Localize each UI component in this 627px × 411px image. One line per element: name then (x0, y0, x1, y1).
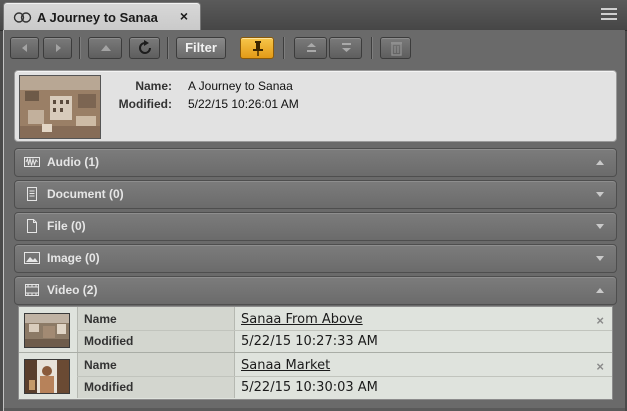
section-document[interactable]: Document (0) (14, 180, 617, 209)
collapse-arrow-icon (596, 288, 604, 293)
expand-arrow-icon (596, 224, 604, 229)
audio-waveform-icon (24, 157, 40, 167)
refresh-button[interactable] (129, 37, 160, 59)
filter-button[interactable]: Filter (176, 37, 226, 59)
pin-icon (253, 41, 263, 56)
asset-thumbnail (19, 75, 101, 139)
arrow-right-icon (56, 44, 61, 52)
section-audio[interactable]: Audio (1) (14, 148, 617, 177)
back-button[interactable] (10, 37, 39, 59)
video-thumbnail-image (25, 360, 69, 393)
hamburger-menu-icon[interactable] (601, 8, 617, 22)
trash-icon (391, 42, 402, 56)
panel-tab-bar: A Journey to Sanaa × (0, 0, 627, 31)
section-file-label: File (0) (47, 219, 86, 233)
refresh-icon (139, 40, 151, 54)
film-strip-icon (25, 284, 39, 296)
row-subdivider (77, 330, 612, 331)
video-modified-value: 5/22/15 10:30:03 AM (241, 380, 378, 395)
up-button[interactable] (88, 37, 122, 59)
file-icon (27, 219, 37, 233)
video-list: Name Modified Sanaa From Above 5/22/15 1… (18, 306, 613, 400)
section-document-label: Document (0) (47, 187, 124, 201)
video-thumbnail (24, 359, 70, 394)
row-subdivider (77, 376, 612, 377)
video-name-link[interactable]: Sanaa From Above (241, 312, 363, 327)
section-video-label: Video (2) (47, 283, 98, 297)
collapse-all-button[interactable] (329, 37, 362, 59)
asset-info-box: Name: A Journey to Sanaa Modified: 5/22/… (14, 70, 617, 142)
toolbar-separator (79, 37, 80, 59)
pin-button[interactable] (240, 37, 274, 59)
asset-name-label: Name: (135, 79, 172, 93)
video-name-label: Name (84, 358, 117, 372)
tab-title: A Journey to Sanaa (37, 10, 158, 25)
remove-video-button[interactable]: × (596, 313, 604, 328)
collection-panel: Filter Name: A Journey to Sanaa Modified… (3, 30, 625, 411)
image-icon (24, 252, 40, 264)
expand-arrow-icon (596, 256, 604, 261)
city-thumbnail-image (20, 76, 100, 138)
toolbar-separator (167, 37, 168, 59)
toolbar-separator (283, 37, 284, 59)
list-item[interactable]: Name Modified Sanaa From Above 5/22/15 1… (19, 307, 612, 352)
remove-video-button[interactable]: × (596, 359, 604, 374)
toolbar: Filter (4, 30, 625, 66)
video-thumbnail (24, 313, 70, 348)
video-thumbnail-image (25, 314, 69, 347)
arrow-up-icon (101, 45, 111, 51)
section-image-label: Image (0) (47, 251, 100, 265)
collapse-arrow-icon (596, 160, 604, 165)
collapse-all-icon (342, 43, 351, 52)
delete-button[interactable] (380, 37, 411, 59)
video-name-link[interactable]: Sanaa Market (241, 358, 330, 373)
video-name-label: Name (84, 312, 117, 326)
expand-arrow-icon (596, 192, 604, 197)
arrow-left-icon (22, 44, 27, 52)
video-modified-value: 5/22/15 10:27:33 AM (241, 334, 378, 349)
toolbar-separator (371, 37, 372, 59)
list-item[interactable]: Name Modified Sanaa Market 5/22/15 10:30… (19, 353, 612, 398)
section-video[interactable]: Video (2) (14, 276, 617, 305)
tab-close-button[interactable]: × (177, 8, 191, 24)
forward-button[interactable] (43, 37, 72, 59)
expand-all-icon (307, 43, 316, 52)
video-modified-label: Modified (84, 334, 134, 348)
asset-modified-label: Modified: (118, 97, 172, 111)
video-modified-label: Modified (84, 380, 134, 394)
section-image[interactable]: Image (0) (14, 244, 617, 273)
section-audio-label: Audio (1) (47, 155, 99, 169)
linked-clip-icon (13, 12, 32, 23)
section-file[interactable]: File (0) (14, 212, 617, 241)
asset-modified-value: 5/22/15 10:26:01 AM (188, 97, 299, 111)
asset-name-value: A Journey to Sanaa (188, 79, 293, 93)
document-icon (27, 187, 37, 201)
expand-all-button[interactable] (294, 37, 327, 59)
tab-journey[interactable]: A Journey to Sanaa × (3, 2, 201, 31)
